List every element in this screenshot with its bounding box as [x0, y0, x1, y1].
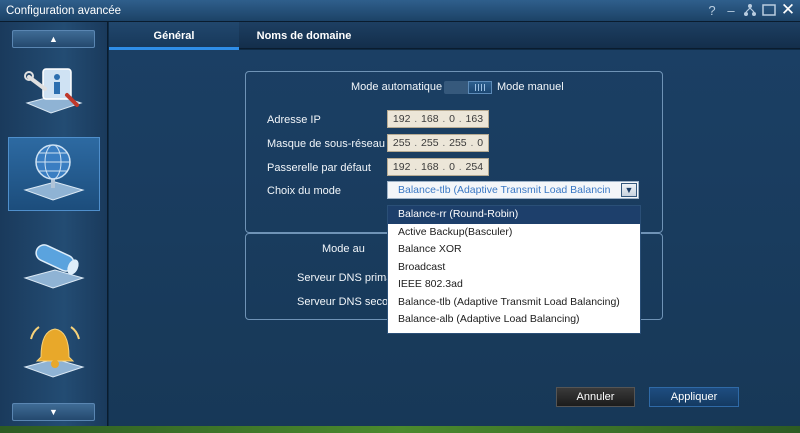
- bonding-mode-value: Balance-tlb (Adaptive Transmit Load Bala…: [398, 184, 611, 196]
- ip-octet: 192: [392, 113, 411, 125]
- gateway-label: Passerelle par défaut: [267, 162, 371, 174]
- sidebar-scroll-up-button[interactable]: ▲: [12, 30, 95, 48]
- sidebar-item-settings[interactable]: [8, 52, 100, 126]
- gateway-field[interactable]: 192. 168. 0. 254: [387, 158, 489, 176]
- mode-manual-label: Mode manuel: [497, 81, 564, 93]
- ip-octet: 0: [449, 113, 455, 125]
- sidebar-item-network[interactable]: [8, 137, 100, 211]
- bell-icon: [23, 326, 85, 378]
- bonding-mode-select[interactable]: Balance-tlb (Adaptive Transmit Load Bala…: [387, 181, 639, 199]
- mode-toggle[interactable]: [444, 81, 492, 94]
- dropdown-option[interactable]: Balance-tlb (Adaptive Transmit Load Bala…: [388, 294, 640, 312]
- dns-secondary-label: Serveur DNS secor: [297, 296, 392, 308]
- mode-auto-label: Mode automatique: [351, 81, 443, 93]
- network-icon[interactable]: [742, 2, 758, 18]
- dropdown-option[interactable]: Balance-alb (Adaptive Load Balancing): [388, 311, 640, 329]
- close-icon[interactable]: ✕: [780, 0, 796, 19]
- mask-octet: 255: [449, 137, 467, 149]
- mask-octet: 255: [421, 137, 439, 149]
- chevron-down-icon[interactable]: ▼: [621, 183, 637, 197]
- dropdown-option[interactable]: Balance-rr (Round-Robin): [388, 206, 640, 224]
- bonding-mode-dropdown: Balance-rr (Round-Robin) Active Backup(B…: [387, 205, 641, 334]
- restore-icon[interactable]: [761, 2, 777, 18]
- tab-bar: Général Noms de domaine: [109, 22, 800, 50]
- network-globe-icon: [23, 144, 85, 201]
- desktop-background: [0, 426, 800, 433]
- apply-button[interactable]: Appliquer: [649, 387, 739, 407]
- gateway-octet: 0: [449, 161, 455, 173]
- ip-address-label: Adresse IP: [267, 114, 321, 126]
- mask-octet: 255: [392, 137, 411, 149]
- tab-general[interactable]: Général: [109, 22, 239, 50]
- sidebar-scroll-down-button[interactable]: ▼: [12, 403, 95, 421]
- dropdown-option[interactable]: IEEE 802.3ad: [388, 276, 640, 294]
- dropdown-option[interactable]: Broadcast: [388, 259, 640, 277]
- ip-octet: 163: [465, 113, 484, 125]
- sidebar-item-notifications[interactable]: [8, 312, 100, 386]
- gateway-octet: 168: [421, 161, 439, 173]
- dropdown-option[interactable]: Active Backup(Basculer): [388, 224, 640, 242]
- arrow-up-icon: ▲: [49, 34, 58, 44]
- subnet-mask-label: Masque de sous-réseau: [267, 138, 386, 150]
- arrow-down-icon: ▼: [49, 407, 58, 417]
- gateway-octet: 192: [392, 161, 411, 173]
- toggle-knob[interactable]: [468, 81, 492, 94]
- tab-domain-names[interactable]: Noms de domaine: [239, 22, 369, 49]
- ip-octet: 168: [421, 113, 439, 125]
- window-title: Configuration avancée: [6, 4, 122, 17]
- minimize-icon[interactable]: –: [723, 2, 739, 18]
- mask-octet: 0: [477, 137, 484, 149]
- sidebar: ▲ ▼: [0, 22, 108, 433]
- main-content: Mode automatique Mode manuel Adresse IP …: [109, 50, 800, 433]
- dns-mode-label: Mode au: [322, 243, 365, 255]
- sidebar-item-cable[interactable]: [8, 227, 100, 301]
- gateway-octet: 254: [465, 161, 484, 173]
- grip-icon: [475, 84, 485, 91]
- settings-info-icon: [24, 68, 83, 114]
- ip-address-field[interactable]: 192. 168. 0. 163: [387, 110, 489, 128]
- mode-choice-label: Choix du mode: [267, 185, 341, 197]
- subnet-mask-field[interactable]: 255. 255. 255. 0: [387, 134, 489, 152]
- cancel-button[interactable]: Annuler: [556, 387, 635, 407]
- title-bar-controls: ? – ✕: [704, 0, 796, 19]
- dropdown-option[interactable]: Balance XOR: [388, 241, 640, 259]
- dns-primary-label: Serveur DNS prima: [297, 272, 393, 284]
- cable-icon: [23, 244, 85, 289]
- help-icon[interactable]: ?: [704, 2, 720, 18]
- title-bar: Configuration avancée ? – ✕: [0, 0, 800, 22]
